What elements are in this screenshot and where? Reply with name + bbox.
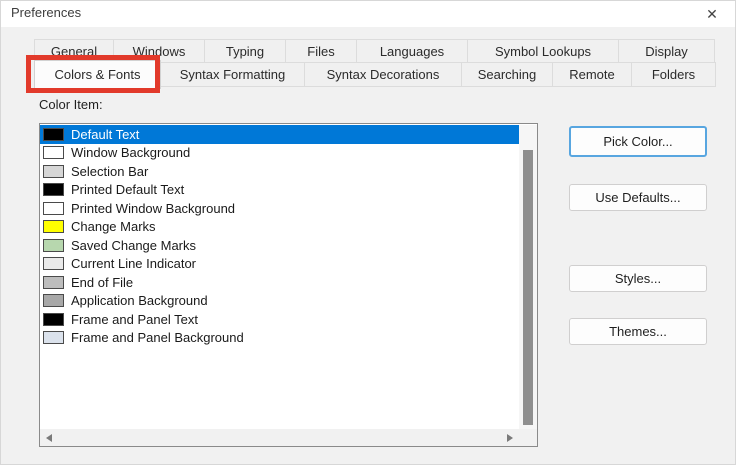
tab[interactable]: Typing bbox=[204, 39, 286, 63]
title-bar: Preferences ✕ bbox=[1, 1, 735, 27]
tab-label: Colors & Fonts bbox=[55, 67, 141, 82]
tab[interactable]: Syntax Formatting bbox=[160, 62, 305, 87]
color-item-rows: Default Text Window Background Selection… bbox=[40, 125, 519, 429]
tab[interactable]: Remote bbox=[552, 62, 632, 87]
color-item-listbox[interactable]: Default Text Window Background Selection… bbox=[39, 123, 538, 447]
color-swatch-icon bbox=[43, 202, 64, 215]
tab[interactable]: Display bbox=[618, 39, 715, 63]
color-swatch-icon bbox=[43, 165, 64, 178]
color-item-row[interactable]: Printed Window Background bbox=[40, 199, 519, 218]
color-item-row[interactable]: Saved Change Marks bbox=[40, 236, 519, 255]
color-item-name: Selection Bar bbox=[71, 164, 148, 179]
color-item-row[interactable]: Printed Default Text bbox=[40, 181, 519, 200]
color-item-name: End of File bbox=[71, 275, 133, 290]
tab[interactable]: Syntax Decorations bbox=[304, 62, 462, 87]
color-item-row[interactable]: Window Background bbox=[40, 144, 519, 163]
tab-label: Typing bbox=[226, 44, 264, 59]
color-item-name: Printed Default Text bbox=[71, 182, 184, 197]
color-item-row[interactable]: End of File bbox=[40, 273, 519, 292]
pick-color-button[interactable]: Pick Color... bbox=[569, 126, 707, 157]
color-item-name: Default Text bbox=[71, 127, 139, 142]
tab-label: Symbol Lookups bbox=[495, 44, 591, 59]
window-title: Preferences bbox=[11, 5, 81, 20]
color-swatch-icon bbox=[43, 128, 64, 141]
color-swatch-icon bbox=[43, 257, 64, 270]
horizontal-scrollbar[interactable] bbox=[40, 429, 519, 446]
tab-label: Folders bbox=[652, 67, 695, 82]
use-defaults-button[interactable]: Use Defaults... bbox=[569, 184, 707, 211]
color-item-name: Window Background bbox=[71, 145, 190, 160]
color-swatch-icon bbox=[43, 276, 64, 289]
tab-label: Windows bbox=[133, 44, 186, 59]
color-item-row[interactable]: Current Line Indicator bbox=[40, 255, 519, 274]
color-swatch-icon bbox=[43, 239, 64, 252]
tab-label: Syntax Decorations bbox=[327, 67, 440, 82]
color-item-label: Color Item: bbox=[39, 97, 103, 112]
color-item-name: Change Marks bbox=[71, 219, 156, 234]
color-item-row[interactable]: Change Marks bbox=[40, 218, 519, 237]
color-swatch-icon bbox=[43, 183, 64, 196]
themes-button[interactable]: Themes... bbox=[569, 318, 707, 345]
color-item-name: Application Background bbox=[71, 293, 208, 308]
tab[interactable]: Searching bbox=[461, 62, 553, 87]
color-swatch-icon bbox=[43, 313, 64, 326]
tab[interactable]: Files bbox=[285, 39, 357, 63]
color-item-row[interactable]: Default Text bbox=[40, 125, 519, 144]
scrollbar-corner bbox=[519, 429, 537, 446]
tab-label: Languages bbox=[380, 44, 444, 59]
color-item-name: Frame and Panel Background bbox=[71, 330, 244, 345]
tab[interactable]: Folders bbox=[631, 62, 716, 87]
styles-button[interactable]: Styles... bbox=[569, 265, 707, 292]
color-swatch-icon bbox=[43, 331, 64, 344]
tab-label: Syntax Formatting bbox=[180, 67, 286, 82]
color-item-name: Saved Change Marks bbox=[71, 238, 196, 253]
tab-row-2: Colors & Fonts Syntax Formatting Syntax … bbox=[34, 63, 722, 89]
tab[interactable]: Languages bbox=[356, 39, 468, 63]
color-swatch-icon bbox=[43, 146, 64, 159]
color-item-row[interactable]: Frame and Panel Text bbox=[40, 310, 519, 329]
tab-label: Searching bbox=[478, 67, 537, 82]
tab[interactable]: Colors & Fonts bbox=[34, 60, 161, 89]
tab-label: Files bbox=[307, 44, 334, 59]
tab-label: General bbox=[51, 44, 97, 59]
color-item-row[interactable]: Frame and Panel Background bbox=[40, 329, 519, 348]
color-item-name: Current Line Indicator bbox=[71, 256, 196, 271]
vertical-scrollbar-thumb[interactable] bbox=[523, 150, 533, 425]
color-item-name: Frame and Panel Text bbox=[71, 312, 198, 327]
tab-strip: General Windows Typing Files Languages bbox=[34, 39, 722, 89]
color-item-name: Printed Window Background bbox=[71, 201, 235, 216]
tab[interactable]: Symbol Lookups bbox=[467, 39, 619, 63]
color-swatch-icon bbox=[43, 220, 64, 233]
scroll-left-arrow-icon[interactable] bbox=[46, 434, 52, 442]
color-item-row[interactable]: Application Background bbox=[40, 292, 519, 311]
close-icon: ✕ bbox=[706, 6, 718, 23]
tab-label: Display bbox=[645, 44, 688, 59]
preferences-dialog: Preferences ✕ General Windows Typing bbox=[0, 0, 736, 465]
color-swatch-icon bbox=[43, 294, 64, 307]
color-item-row[interactable]: Selection Bar bbox=[40, 162, 519, 181]
scroll-right-arrow-icon[interactable] bbox=[507, 434, 513, 442]
vertical-scrollbar[interactable] bbox=[519, 125, 537, 429]
tab-label: Remote bbox=[569, 67, 615, 82]
close-button[interactable]: ✕ bbox=[701, 3, 723, 25]
